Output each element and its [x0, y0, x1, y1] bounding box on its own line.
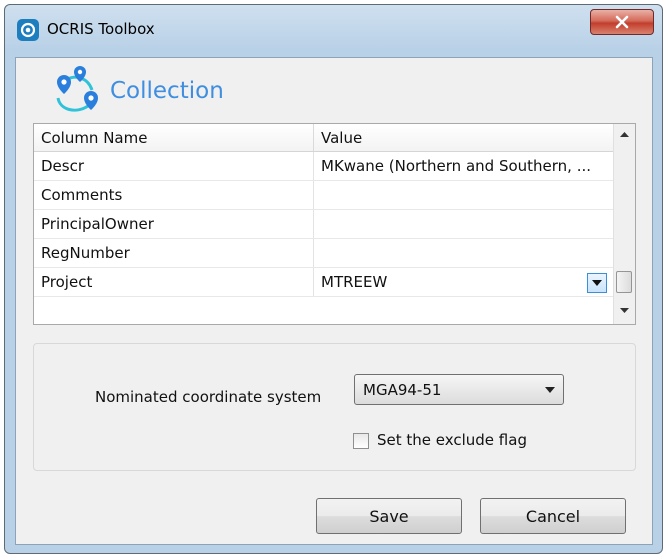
- project-dropdown-button[interactable]: [587, 273, 607, 293]
- row-name-cell: Comments: [34, 181, 314, 210]
- settings-panel: Nominated coordinate system MGA94-51 Set…: [33, 343, 636, 471]
- row-name-cell: Project: [34, 268, 314, 297]
- scroll-down-button[interactable]: [614, 300, 635, 320]
- dialog-body: Collection Column Name Value Descr MKwan…: [15, 57, 653, 545]
- app-logo-icon: [17, 19, 39, 41]
- project-value: MTREEW: [321, 273, 388, 291]
- section-title: Collection: [110, 78, 224, 104]
- table-row[interactable]: Project MTREEW: [34, 268, 614, 297]
- close-button[interactable]: [590, 9, 654, 35]
- row-value-cell[interactable]: MKwane (Northern and Southern, ...: [314, 152, 614, 181]
- exclude-flag-checkbox[interactable]: [353, 433, 369, 449]
- table-row[interactable]: Comments: [34, 181, 614, 210]
- table-row[interactable]: PrincipalOwner: [34, 210, 614, 239]
- chevron-down-icon: [592, 280, 602, 286]
- chevron-down-icon: [545, 387, 555, 393]
- cancel-button[interactable]: Cancel: [480, 498, 626, 534]
- column-header-name[interactable]: Column Name: [34, 124, 314, 151]
- row-value-cell[interactable]: [314, 210, 614, 239]
- scrollbar-thumb[interactable]: [616, 271, 632, 293]
- save-button[interactable]: Save: [316, 498, 462, 534]
- column-header-value[interactable]: Value: [314, 124, 614, 151]
- coordinate-system-label: Nominated coordinate system: [95, 388, 322, 406]
- window-title: OCRIS Toolbox: [47, 20, 155, 38]
- table-row[interactable]: RegNumber: [34, 239, 614, 268]
- row-value-cell[interactable]: [314, 239, 614, 268]
- location-pins-icon: [56, 66, 98, 112]
- row-name-cell: Descr: [34, 152, 314, 181]
- row-name-cell: PrincipalOwner: [34, 210, 314, 239]
- vertical-scrollbar[interactable]: [613, 124, 635, 324]
- row-value-cell[interactable]: [314, 181, 614, 210]
- scroll-up-arrow-icon: [620, 131, 629, 137]
- row-name-cell: RegNumber: [34, 239, 314, 268]
- table-row[interactable]: Descr MKwane (Northern and Southern, ...: [34, 152, 614, 181]
- scroll-down-arrow-icon: [620, 307, 629, 313]
- coordinate-system-value: MGA94-51: [363, 381, 442, 399]
- grid-header: Column Name Value: [34, 124, 614, 152]
- exclude-flag-label[interactable]: Set the exclude flag: [377, 431, 527, 449]
- close-x-icon: [615, 15, 629, 29]
- scroll-up-button[interactable]: [614, 124, 635, 144]
- dialog-window: OCRIS Toolbox Collection Column Name Val…: [4, 4, 663, 554]
- property-grid[interactable]: Column Name Value Descr MKwane (Northern…: [33, 123, 636, 325]
- coordinate-system-select[interactable]: MGA94-51: [354, 374, 564, 405]
- row-value-cell[interactable]: MTREEW: [314, 268, 614, 297]
- title-bar[interactable]: OCRIS Toolbox: [5, 5, 662, 51]
